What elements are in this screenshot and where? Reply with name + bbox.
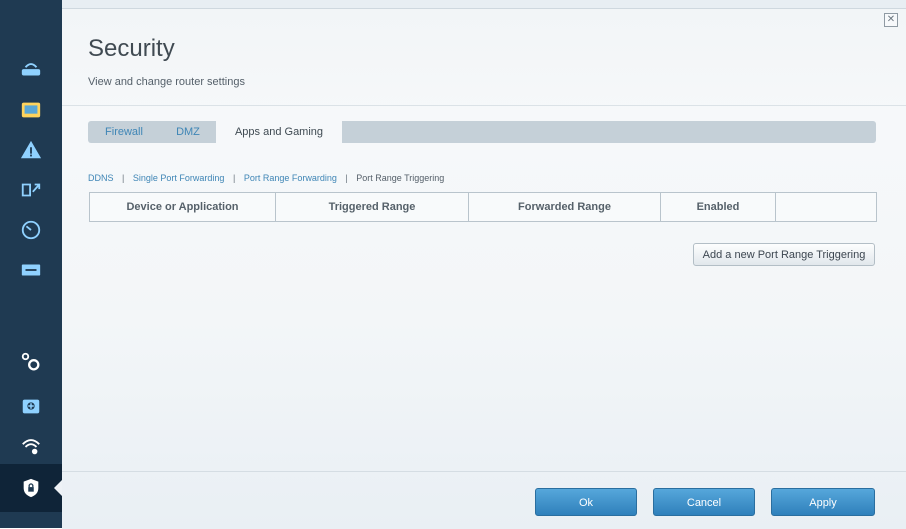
port-range-triggering-table: Device or Application Triggered Range Fo… bbox=[89, 192, 877, 222]
usb-icon[interactable] bbox=[19, 258, 43, 282]
cancel-button[interactable]: Cancel bbox=[653, 488, 755, 516]
sub-navigation: DDNS | Single Port Forwarding | Port Ran… bbox=[88, 173, 450, 183]
add-port-range-triggering-button[interactable]: Add a new Port Range Triggering bbox=[693, 243, 875, 266]
main-panel: ✕ Security View and change router settin… bbox=[62, 8, 906, 529]
link-single-port-forwarding[interactable]: Single Port Forwarding bbox=[133, 173, 225, 183]
devices-icon[interactable] bbox=[19, 98, 43, 122]
tab-apps-and-gaming[interactable]: Apps and Gaming bbox=[216, 121, 342, 143]
column-header-actions bbox=[776, 193, 876, 221]
page-title: Security bbox=[88, 35, 175, 62]
settings-icon[interactable] bbox=[19, 350, 43, 374]
header-divider bbox=[62, 105, 906, 106]
active-indicator-caret bbox=[54, 480, 62, 496]
apply-button[interactable]: Apply bbox=[771, 488, 875, 516]
column-header-device: Device or Application bbox=[90, 193, 276, 221]
link-separator: | bbox=[345, 173, 348, 183]
tab-firewall[interactable]: Firewall bbox=[88, 121, 160, 143]
security-lock-icon[interactable] bbox=[19, 476, 43, 500]
router-settings-window: ✕ Security View and change router settin… bbox=[0, 0, 906, 529]
speedometer-icon[interactable] bbox=[19, 218, 43, 242]
link-separator: | bbox=[232, 173, 236, 183]
warning-icon[interactable] bbox=[19, 138, 43, 162]
router-icon[interactable] bbox=[19, 58, 43, 82]
media-icon[interactable] bbox=[19, 178, 43, 202]
page-subtitle: View and change router settings bbox=[88, 76, 245, 88]
wireless-icon[interactable] bbox=[19, 434, 43, 458]
column-header-triggered-range: Triggered Range bbox=[276, 193, 469, 221]
tab-bar: Firewall DMZ Apps and Gaming bbox=[88, 121, 876, 143]
link-ddns[interactable]: DDNS bbox=[88, 173, 114, 183]
link-port-range-triggering[interactable]: Port Range Triggering bbox=[356, 173, 444, 183]
link-port-range-forwarding[interactable]: Port Range Forwarding bbox=[244, 173, 337, 183]
left-nav-sidebar bbox=[0, 0, 62, 528]
column-header-forwarded-range: Forwarded Range bbox=[469, 193, 661, 221]
tab-dmz[interactable]: DMZ bbox=[158, 121, 218, 143]
link-separator: | bbox=[122, 173, 125, 183]
sidebar-top-strip bbox=[0, 0, 62, 8]
close-icon[interactable]: ✕ bbox=[884, 13, 898, 27]
ok-button[interactable]: Ok bbox=[535, 488, 637, 516]
footer-divider bbox=[62, 471, 906, 472]
column-header-enabled: Enabled bbox=[661, 193, 776, 221]
troubleshoot-icon[interactable] bbox=[19, 394, 43, 418]
